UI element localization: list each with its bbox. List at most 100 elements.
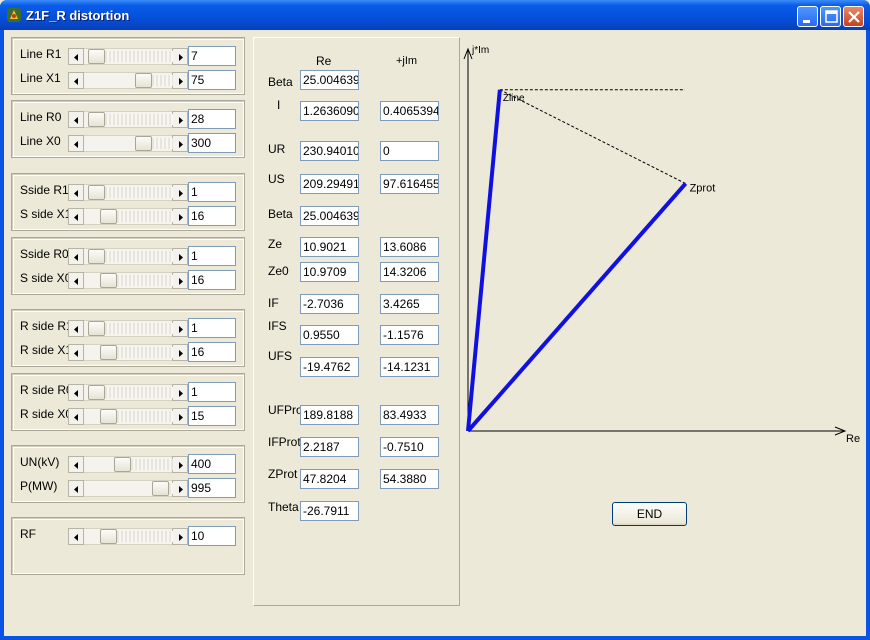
scroll-right-arrow[interactable]: [172, 272, 188, 289]
result-re-ifs-9[interactable]: 0.9550: [300, 325, 359, 345]
slider-thumb[interactable]: [88, 49, 105, 64]
result-im-us-4[interactable]: 97.616455: [380, 174, 439, 194]
param-slider-r-side-x1[interactable]: [68, 344, 188, 361]
param-value-r-side-x1[interactable]: 16: [188, 342, 236, 362]
scroll-right-arrow[interactable]: [172, 248, 188, 265]
slider-thumb[interactable]: [135, 136, 152, 151]
scroll-right-arrow[interactable]: [172, 456, 188, 473]
param-value-line-x1[interactable]: 75: [188, 70, 236, 90]
param-slider-un-kv[interactable]: [68, 456, 188, 473]
scroll-right-arrow[interactable]: [172, 344, 188, 361]
scroll-left-arrow[interactable]: [68, 248, 84, 265]
close-button[interactable]: [843, 6, 864, 27]
scroll-left-arrow[interactable]: [68, 48, 84, 65]
result-re-ur-3[interactable]: 230.94010: [300, 141, 359, 161]
minimize-button[interactable]: [797, 6, 818, 27]
result-im-ze0-7[interactable]: 14.3206: [380, 262, 439, 282]
scroll-right-arrow[interactable]: [172, 320, 188, 337]
result-re-us-4[interactable]: 209.29491: [300, 174, 359, 194]
param-slider-line-r1[interactable]: [68, 48, 188, 65]
param-slider-rf[interactable]: [68, 528, 188, 545]
slider-thumb[interactable]: [114, 457, 131, 472]
slider-thumb[interactable]: [100, 529, 117, 544]
slider-thumb[interactable]: [88, 112, 105, 127]
maximize-button[interactable]: [820, 6, 841, 27]
slider-thumb[interactable]: [100, 345, 117, 360]
param-slider-s-side-x0[interactable]: [68, 272, 188, 289]
result-re-i-2[interactable]: 1.2636090: [300, 101, 359, 121]
scroll-right-arrow[interactable]: [172, 184, 188, 201]
scroll-left-arrow[interactable]: [68, 480, 84, 497]
slider-thumb[interactable]: [100, 273, 117, 288]
slider-thumb[interactable]: [152, 481, 169, 496]
param-slider-sside-r1[interactable]: [68, 184, 188, 201]
scroll-left-arrow[interactable]: [68, 344, 84, 361]
result-re-ufs-10[interactable]: -19.4762: [300, 357, 359, 377]
param-value-s-side-x0[interactable]: 16: [188, 270, 236, 290]
result-re-beta-5[interactable]: 25.004639: [300, 206, 359, 226]
param-slider-line-x1[interactable]: [68, 72, 188, 89]
result-re-ufprot-11[interactable]: 189.8188: [300, 405, 359, 425]
slider-thumb[interactable]: [88, 185, 105, 200]
param-value-un-kv[interactable]: 400: [188, 454, 236, 474]
result-im-ifs-9[interactable]: -1.1576: [380, 325, 439, 345]
param-slider-p-mw[interactable]: [68, 480, 188, 497]
end-button[interactable]: END: [612, 502, 687, 526]
scroll-right-arrow[interactable]: [172, 111, 188, 128]
result-re-zprot-13[interactable]: 47.8204: [300, 469, 359, 489]
scroll-right-arrow[interactable]: [172, 480, 188, 497]
param-slider-s-side-x1[interactable]: [68, 208, 188, 225]
scroll-right-arrow[interactable]: [172, 528, 188, 545]
scroll-left-arrow[interactable]: [68, 272, 84, 289]
title-bar[interactable]: Z1F_R distortion: [0, 0, 870, 30]
param-value-sside-r0[interactable]: 1: [188, 246, 236, 266]
scroll-left-arrow[interactable]: [68, 320, 84, 337]
scroll-left-arrow[interactable]: [68, 111, 84, 128]
scroll-right-arrow[interactable]: [172, 384, 188, 401]
result-re-if-8[interactable]: -2.7036: [300, 294, 359, 314]
scroll-left-arrow[interactable]: [68, 456, 84, 473]
param-slider-line-r0[interactable]: [68, 111, 188, 128]
scroll-left-arrow[interactable]: [68, 208, 84, 225]
param-value-line-x0[interactable]: 300: [188, 133, 236, 153]
slider-thumb[interactable]: [88, 249, 105, 264]
scroll-left-arrow[interactable]: [68, 384, 84, 401]
param-slider-r-side-r1[interactable]: [68, 320, 188, 337]
param-slider-line-x0[interactable]: [68, 135, 188, 152]
param-value-line-r1[interactable]: 7: [188, 46, 236, 66]
result-im-ufs-10[interactable]: -14.1231: [380, 357, 439, 377]
slider-thumb[interactable]: [88, 385, 105, 400]
param-slider-r-side-r0[interactable]: [68, 384, 188, 401]
result-re-beta-1[interactable]: 25.004639: [300, 70, 359, 90]
param-value-r-side-x0[interactable]: 15: [188, 406, 236, 426]
result-im-i-2[interactable]: 0.4065394: [380, 101, 439, 121]
result-im-zprot-13[interactable]: 54.3880: [380, 469, 439, 489]
param-value-rf[interactable]: 10: [188, 526, 236, 546]
slider-thumb[interactable]: [135, 73, 152, 88]
result-re-ze0-7[interactable]: 10.9709: [300, 262, 359, 282]
result-re-ifprot-12[interactable]: 2.2187: [300, 437, 359, 457]
scroll-right-arrow[interactable]: [172, 408, 188, 425]
slider-thumb[interactable]: [88, 321, 105, 336]
result-im-ufprot-11[interactable]: 83.4933: [380, 405, 439, 425]
scroll-right-arrow[interactable]: [172, 135, 188, 152]
result-im-ze-6[interactable]: 13.6086: [380, 237, 439, 257]
scroll-right-arrow[interactable]: [172, 208, 188, 225]
slider-thumb[interactable]: [100, 409, 117, 424]
result-re-theta-14[interactable]: -26.7911: [300, 501, 359, 521]
scroll-left-arrow[interactable]: [68, 135, 84, 152]
result-im-ur-3[interactable]: 0: [380, 141, 439, 161]
result-im-if-8[interactable]: 3.4265: [380, 294, 439, 314]
scroll-left-arrow[interactable]: [68, 184, 84, 201]
slider-thumb[interactable]: [100, 209, 117, 224]
param-value-s-side-x1[interactable]: 16: [188, 206, 236, 226]
param-value-r-side-r0[interactable]: 1: [188, 382, 236, 402]
scroll-left-arrow[interactable]: [68, 72, 84, 89]
param-slider-r-side-x0[interactable]: [68, 408, 188, 425]
scroll-right-arrow[interactable]: [172, 72, 188, 89]
param-value-p-mw[interactable]: 995: [188, 478, 236, 498]
scroll-right-arrow[interactable]: [172, 48, 188, 65]
scroll-left-arrow[interactable]: [68, 528, 84, 545]
result-re-ze-6[interactable]: 10.9021: [300, 237, 359, 257]
scroll-left-arrow[interactable]: [68, 408, 84, 425]
